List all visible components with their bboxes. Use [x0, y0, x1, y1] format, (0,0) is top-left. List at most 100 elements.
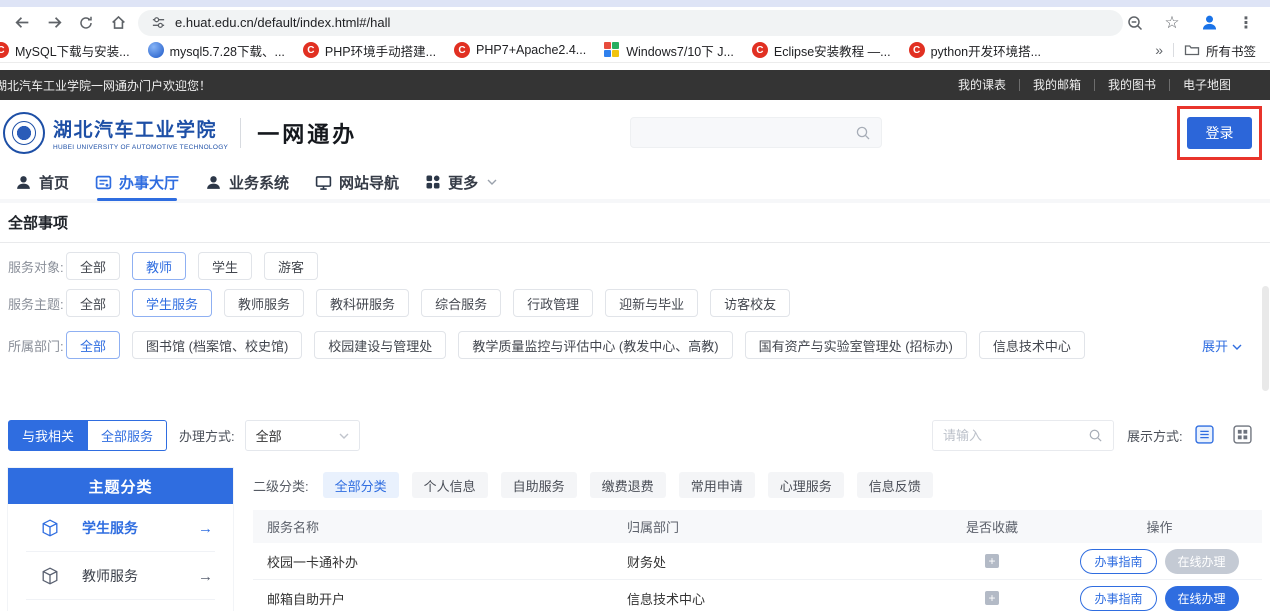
home-button[interactable] [106, 11, 130, 35]
nav-item-label: 更多 [448, 172, 478, 193]
bookmark-label: Eclipse安装教程 —... [774, 41, 891, 60]
bookmark-item[interactable]: CPHP7+Apache2.4... [454, 42, 586, 58]
subcategory-row: 二级分类: 全部分类个人信息自助服务缴费退费常用申请心理服务信息反馈 [253, 472, 1262, 498]
filter-option[interactable]: 综合服务 [421, 289, 501, 317]
subcategory-chip[interactable]: 常用申请 [679, 472, 755, 498]
screen: e.huat.edu.cn/default/index.html#/hall ☆… [0, 0, 1270, 611]
user-icon [15, 174, 32, 191]
guide-button[interactable]: 办事指南 [1080, 549, 1156, 574]
login-button[interactable]: 登录 [1187, 117, 1252, 149]
subcategory-chips: 全部分类个人信息自助服务缴费退费常用申请心理服务信息反馈 [323, 472, 933, 498]
bookmark-item[interactable]: Windows7/10下 J... [604, 41, 734, 60]
cube-icon [40, 518, 60, 538]
profile-avatar[interactable] [1197, 11, 1221, 35]
browser-actions: ☆ ⋮ [1123, 11, 1270, 35]
subcategory-chip[interactable]: 心理服务 [768, 472, 844, 498]
filter-option[interactable]: 学生服务 [132, 289, 212, 317]
bookmark-label: python开发环境搭... [931, 41, 1041, 60]
grid-view-icon[interactable] [1233, 425, 1252, 444]
filter-row-label: 服务主题: [8, 294, 66, 313]
filter-option[interactable]: 教科研服务 [316, 289, 409, 317]
section-title: 全部事项 [0, 203, 1270, 243]
online-handle-button[interactable]: 在线办理 [1165, 549, 1239, 574]
services-panel: 二级分类: 全部分类个人信息自助服务缴费退费常用申请心理服务信息反馈 服务名称归… [253, 468, 1262, 611]
zoom-out-icon[interactable] [1123, 11, 1147, 35]
filter-option[interactable]: 教师服务 [224, 289, 304, 317]
method-label: 办理方式: [179, 426, 235, 445]
service-search[interactable] [932, 420, 1114, 451]
filter-row-label: 服务对象: [8, 257, 66, 276]
arrow-right-icon: → [198, 568, 213, 585]
bookmark-item[interactable]: CEclipse安装教程 —... [752, 41, 891, 60]
topbar-link[interactable]: 我的邮箱 [1019, 79, 1094, 91]
filter-option[interactable]: 教学质量监控与评估中心 (教发中心、高教) [458, 331, 732, 359]
sphere-favicon-icon [148, 42, 164, 58]
filter-row: 服务对象:全部教师学生游客 [8, 252, 1270, 280]
bookmark-item[interactable]: CMySQL下载与安装... [0, 41, 130, 60]
filter-option[interactable]: 信息技术中心 [979, 331, 1085, 359]
filter-option[interactable]: 行政管理 [513, 289, 593, 317]
nav-item-business-systems[interactable]: 业务系统 [205, 165, 289, 199]
online-handle-button[interactable]: 在线办理 [1165, 586, 1239, 611]
hall-icon [95, 174, 112, 191]
sidebar-item-teacher-services[interactable]: 教师服务→ [8, 552, 233, 600]
nav-item-home[interactable]: 首页 [15, 165, 69, 199]
list-view-icon[interactable] [1195, 425, 1214, 444]
filter-option[interactable]: 学生 [198, 252, 252, 280]
filter-option[interactable]: 全部 [66, 331, 120, 359]
all-bookmarks-button[interactable]: 所有书签 [1184, 41, 1256, 60]
header-search-input[interactable] [641, 125, 855, 140]
forward-button[interactable] [42, 11, 66, 35]
favorite-add-button[interactable]: + [985, 591, 999, 605]
service-search-input[interactable] [943, 428, 1088, 443]
filter-option[interactable]: 游客 [264, 252, 318, 280]
menu-dots-icon[interactable]: ⋮ [1234, 11, 1258, 35]
sidebar-item-research-services[interactable]: 教科研服务→ [8, 600, 233, 611]
nav-item-label: 办事大厅 [119, 172, 179, 193]
filter-option[interactable]: 迎新与毕业 [605, 289, 698, 317]
page-scrollbar[interactable] [1262, 286, 1269, 391]
filter-option[interactable]: 全部 [66, 289, 120, 317]
row-actions: 办事指南在线办理 [1080, 549, 1238, 574]
filter-option[interactable]: 教师 [132, 252, 186, 280]
site-settings-icon[interactable] [150, 15, 166, 31]
csdn-favicon-icon: C [454, 42, 470, 58]
sidebar-item-student-services[interactable]: 学生服务→ [8, 504, 233, 552]
subcategory-chip[interactable]: 缴费退费 [590, 472, 666, 498]
filter-option[interactable]: 访客校友 [710, 289, 790, 317]
scope-tab[interactable]: 与我相关 [8, 420, 88, 451]
topbar-link[interactable]: 我的图书 [1094, 79, 1169, 91]
reload-button[interactable] [74, 11, 98, 35]
nav-item-more[interactable]: 更多 [425, 165, 497, 199]
expand-link[interactable]: 展开 [1202, 336, 1242, 355]
subcategory-chip[interactable]: 自助服务 [501, 472, 577, 498]
bookmark-item[interactable]: CPHP环境手动搭建... [303, 41, 436, 60]
filter-option[interactable]: 校园建设与管理处 [314, 331, 446, 359]
bookmarks-overflow-chevron[interactable]: » [1155, 42, 1163, 58]
guide-button[interactable]: 办事指南 [1080, 586, 1156, 611]
bookmark-star-icon[interactable]: ☆ [1160, 11, 1184, 35]
service-department: 财务处 [627, 552, 927, 571]
filter-option[interactable]: 国有资产与实验室管理处 (招标办) [745, 331, 967, 359]
favorite-add-button[interactable]: + [985, 554, 999, 568]
nav-item-service-hall[interactable]: 办事大厅 [95, 165, 179, 199]
address-bar[interactable]: e.huat.edu.cn/default/index.html#/hall [138, 10, 1123, 36]
back-button[interactable] [10, 11, 34, 35]
method-select[interactable]: 全部 [245, 420, 360, 451]
nav-item-site-navigation[interactable]: 网站导航 [315, 165, 399, 199]
filter-option[interactable]: 图书馆 (档案馆、校史馆) [132, 331, 302, 359]
cube-icon [40, 566, 60, 586]
subcategory-chip[interactable]: 个人信息 [412, 472, 488, 498]
filter-option[interactable]: 全部 [66, 252, 120, 280]
chevron-down-icon [487, 179, 497, 185]
subcategory-chip[interactable]: 全部分类 [323, 472, 399, 498]
bookmark-item[interactable]: mysql5.7.28下载、... [148, 41, 285, 60]
scope-tab[interactable]: 全部服务 [88, 420, 167, 451]
bookmark-label: Windows7/10下 J... [626, 41, 734, 60]
topbar-link[interactable]: 我的课表 [945, 79, 1019, 91]
topbar-link[interactable]: 电子地图 [1169, 79, 1244, 91]
subcategory-chip[interactable]: 信息反馈 [857, 472, 933, 498]
services-section: 主题分类 学生服务→教师服务→教科研服务→ 二级分类: 全部分类个人信息自助服务… [8, 468, 1262, 611]
bookmark-item[interactable]: Cpython开发环境搭... [909, 41, 1041, 60]
header-search[interactable] [630, 117, 882, 148]
